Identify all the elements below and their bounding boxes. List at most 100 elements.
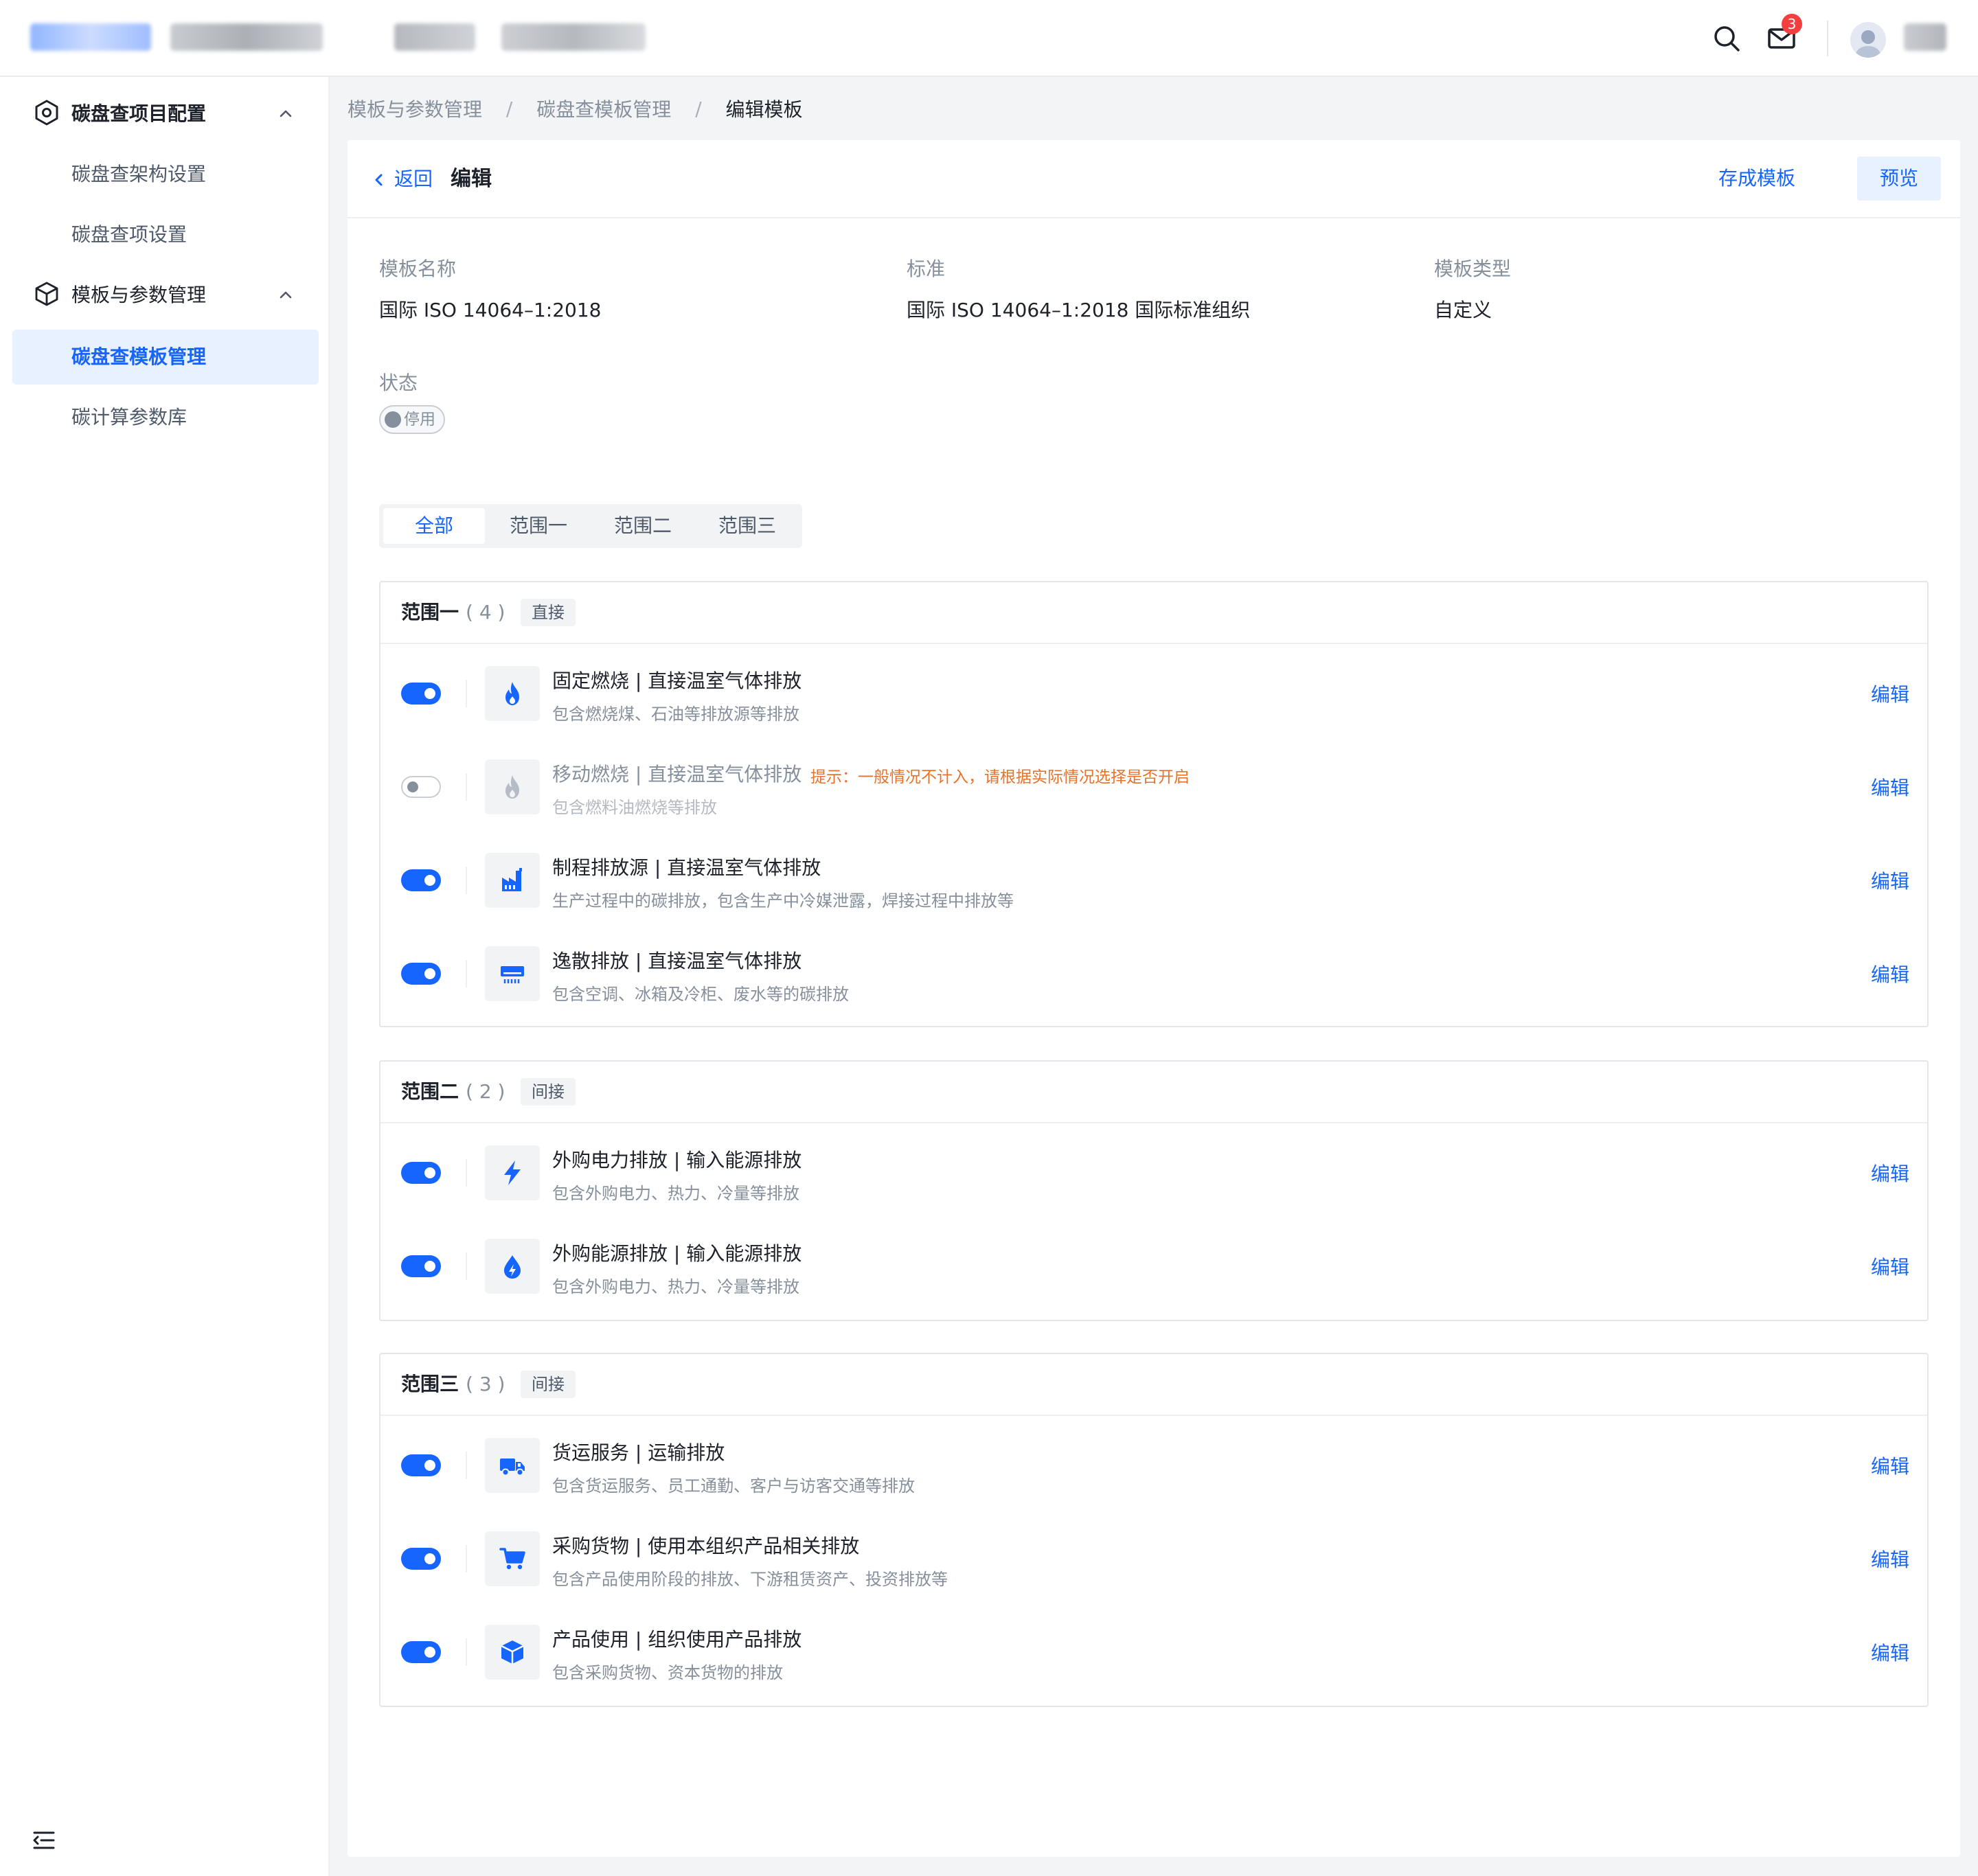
edit-button[interactable]: 编辑: [1871, 1252, 1909, 1280]
enable-switch[interactable]: [401, 963, 441, 985]
sidebar-item-label: 碳计算参数库: [71, 406, 187, 428]
enable-switch[interactable]: [401, 1548, 441, 1570]
edit-button[interactable]: 编辑: [1871, 1452, 1909, 1479]
flame-icon: [505, 682, 519, 705]
enable-switch[interactable]: [401, 776, 441, 798]
scope-card-header: 范围一 ( 4 ) 直接: [380, 582, 1927, 644]
item-description: 包含采购货物、资本货物的排放: [552, 1663, 783, 1682]
sidebar-group-label: 碳盘查项目配置: [71, 102, 207, 125]
back-label: 返回: [394, 168, 433, 190]
preview-button[interactable]: 预览: [1857, 157, 1941, 201]
sidebar-group-project-config[interactable]: 碳盘查项目配置: [0, 84, 330, 144]
tab-scope-2[interactable]: 范围二: [592, 508, 694, 544]
factory-icon: [502, 868, 522, 891]
item-icon-box: [485, 946, 540, 1001]
edit-button[interactable]: 编辑: [1871, 960, 1909, 987]
item-title: 移动燃烧 | 直接温室气体排放: [552, 763, 802, 786]
cart-icon: [499, 1548, 525, 1570]
chevron-up-icon[interactable]: [275, 284, 297, 306]
enable-switch[interactable]: [401, 1454, 441, 1476]
tab-all[interactable]: 全部: [383, 508, 485, 544]
template-name-value: 国际 ISO 14064–1:2018: [379, 299, 602, 321]
chevron-left-icon: [375, 174, 383, 186]
list-item: 逸散排放 | 直接温室气体排放 包含空调、冰箱及冷柜、废水等的碳排放 编辑: [380, 928, 1927, 1022]
item-icon-box: [485, 759, 540, 814]
save-as-template-button[interactable]: 存成模板: [1718, 157, 1795, 201]
status-toggle[interactable]: 停用: [379, 405, 445, 434]
item-title: 外购电力排放 | 输入能源排放: [552, 1149, 802, 1171]
item-description: 包含产品使用阶段的排放、下游租赁资产、投资排放等: [552, 1570, 948, 1589]
collapse-menu-icon[interactable]: [32, 1828, 56, 1853]
list-item: 固定燃烧 | 直接温室气体排放 包含燃烧煤、石油等排放源等排放 编辑: [380, 648, 1927, 742]
tab-scope-1[interactable]: 范围一: [488, 508, 589, 544]
item-description: 包含空调、冰箱及冷柜、废水等的碳排放: [552, 985, 849, 1004]
enable-switch[interactable]: [401, 683, 441, 705]
enable-switch[interactable]: [401, 1641, 441, 1663]
scope-title: 范围三: [401, 1373, 459, 1395]
energy-drop-icon: [504, 1255, 521, 1279]
item-description: 包含货运服务、员工通勤、客户与访客交通等排放: [552, 1476, 915, 1496]
mail-count-badge: 3: [1782, 14, 1802, 34]
tab-scope-3[interactable]: 范围三: [696, 508, 798, 544]
sidebar-item-label: 碳盘查项设置: [71, 223, 187, 246]
scope-count: ( 3 ): [466, 1373, 505, 1395]
template-name-label: 模板名称: [379, 258, 457, 280]
page-title: 编辑: [451, 167, 492, 191]
enable-switch[interactable]: [401, 869, 441, 891]
edit-button[interactable]: 编辑: [1871, 773, 1909, 801]
edit-button[interactable]: 编辑: [1871, 867, 1909, 894]
item-icon-box: [485, 853, 540, 908]
toolbar-divider: [1827, 21, 1828, 56]
scope-card-header: 范围三 ( 3 ) 间接: [380, 1354, 1927, 1416]
divider: [466, 867, 467, 894]
sidebar-item-inventory-settings[interactable]: 碳盘查项设置: [12, 207, 319, 262]
breadcrumb-item[interactable]: 碳盘查模板管理: [536, 95, 671, 122]
sidebar-group-label: 模板与参数管理: [71, 284, 207, 306]
back-button[interactable]: 返回: [371, 162, 433, 196]
edit-button[interactable]: 编辑: [1871, 1545, 1909, 1572]
sidebar-item-architecture-settings[interactable]: 碳盘查架构设置: [12, 147, 319, 202]
sidebar-item-label: 碳盘查模板管理: [71, 345, 207, 368]
item-description: 包含燃烧煤、石油等排放源等排放: [552, 705, 799, 724]
scope-card-3: 范围三 ( 3 ) 间接 货运服务 | 运输排放 包含货运服务、员工通勤、客户与…: [379, 1353, 1929, 1707]
scope-card-1: 范围一 ( 4 ) 直接 固定燃烧 | 直接温室气体排放 包含燃烧煤、石油等排放…: [379, 581, 1929, 1027]
item-icon-box: [485, 1145, 540, 1200]
divider: [466, 1638, 467, 1666]
scope-tabs: 全部 范围一 范围二 范围三: [379, 504, 802, 548]
user-name[interactable]: [1904, 23, 1946, 51]
list-item: 产品使用 | 组织使用产品排放 包含采购货物、资本货物的排放 编辑: [380, 1607, 1927, 1700]
edit-button[interactable]: 编辑: [1871, 1638, 1909, 1666]
cube-icon: [35, 282, 58, 306]
scope-title: 范围二: [401, 1080, 459, 1103]
divider: [466, 960, 467, 987]
item-title: 外购能源排放 | 输入能源排放: [552, 1242, 802, 1265]
scope-count: ( 2 ): [466, 1080, 505, 1103]
sidebar-item-label: 碳盘查架构设置: [71, 163, 207, 185]
edit-button[interactable]: 编辑: [1871, 680, 1909, 707]
enable-switch[interactable]: [401, 1255, 441, 1277]
sidebar-item-template-management[interactable]: 碳盘查模板管理: [12, 330, 319, 385]
template-type-value: 自定义: [1434, 299, 1492, 321]
sidebar-item-parameter-library[interactable]: 碳计算参数库: [12, 390, 319, 445]
avatar[interactable]: [1850, 22, 1886, 58]
air-conditioner-icon: [501, 966, 524, 983]
enable-switch[interactable]: [401, 1162, 441, 1184]
sidebar-group-template-params[interactable]: 模板与参数管理: [0, 265, 330, 325]
breadcrumb-item[interactable]: 模板与参数管理: [348, 95, 482, 122]
box-icon: [501, 1640, 524, 1664]
top-nav-item[interactable]: [501, 23, 646, 51]
chevron-up-icon[interactable]: [275, 103, 297, 125]
list-item: 外购能源排放 | 输入能源排放 包含外购电力、热力、冷量等排放 编辑: [380, 1221, 1927, 1314]
list-item: 采购货物 | 使用本组织产品相关排放 包含产品使用阶段的排放、下游租赁资产、投资…: [380, 1513, 1927, 1607]
divider: [466, 1545, 467, 1572]
top-nav-item[interactable]: [394, 23, 475, 51]
search-icon[interactable]: [1710, 22, 1743, 55]
edit-button[interactable]: 编辑: [1871, 1159, 1909, 1187]
standard-value: 国际 ISO 14064–1:2018 国际标准组织: [907, 299, 1251, 321]
top-bar: 3: [0, 0, 1978, 77]
divider: [466, 1452, 467, 1479]
scope-count: ( 4 ): [466, 601, 505, 624]
item-description: 包含外购电力、热力、冷量等排放: [552, 1277, 799, 1296]
divider: [466, 773, 467, 801]
item-title: 逸散排放 | 直接温室气体排放: [552, 950, 802, 972]
